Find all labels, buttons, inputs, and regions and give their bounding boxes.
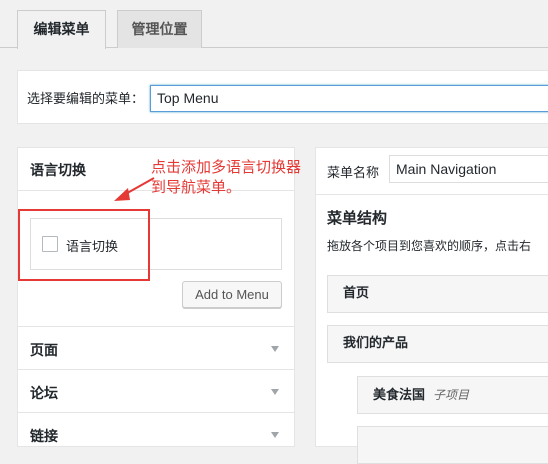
chevron-down-icon[interactable] (271, 389, 279, 395)
menu-structure-description: 拖放各个项目到您喜欢的顺序，点击右 (327, 239, 532, 253)
menu-item[interactable] (357, 426, 548, 464)
submenu-tag: 子项目 (433, 388, 470, 402)
menu-item-label: 首页 (343, 286, 370, 301)
menu-name-label: 菜单名称 (327, 166, 380, 181)
divider (18, 326, 294, 327)
menu-select[interactable]: Top Menu (150, 85, 548, 112)
menu-item-home[interactable]: 首页 (327, 275, 548, 313)
tab-edit-menu[interactable]: 编辑菜单 (17, 10, 106, 49)
chevron-down-icon[interactable] (271, 432, 279, 438)
annotation-arrow-icon (114, 177, 155, 201)
annotation-highlight-box (18, 209, 150, 281)
menu-name-input[interactable]: Main Navigation (389, 155, 548, 183)
divider (18, 369, 294, 370)
chevron-down-icon[interactable] (271, 346, 279, 352)
tab-manage-locations[interactable]: 管理位置 (117, 10, 202, 48)
add-to-menu-button[interactable]: Add to Menu (182, 281, 282, 308)
annotation-line-2: 到导航菜单。 (151, 178, 242, 196)
section-pages[interactable]: 页面 (30, 340, 58, 360)
divider (18, 412, 294, 413)
menu-item-label: 美食法国 (373, 388, 426, 403)
section-links[interactable]: 链接 (30, 426, 58, 446)
menu-item-french-food[interactable]: 美食法国 子项目 (357, 376, 548, 414)
select-menu-label: 选择要编辑的菜单： (27, 92, 145, 107)
annotation-text: 点击添加多语言切换器 到导航菜单。 (151, 157, 301, 197)
annotation-line-1: 点击添加多语言切换器 (151, 158, 302, 176)
menu-item-label: 我们的产品 (343, 336, 409, 351)
divider (316, 194, 548, 195)
section-forums[interactable]: 论坛 (30, 383, 58, 403)
menu-item-products[interactable]: 我们的产品 (327, 325, 548, 363)
lang-switch-section-title[interactable]: 语言切换 (30, 160, 86, 180)
menu-structure-title: 菜单结构 (327, 209, 388, 227)
